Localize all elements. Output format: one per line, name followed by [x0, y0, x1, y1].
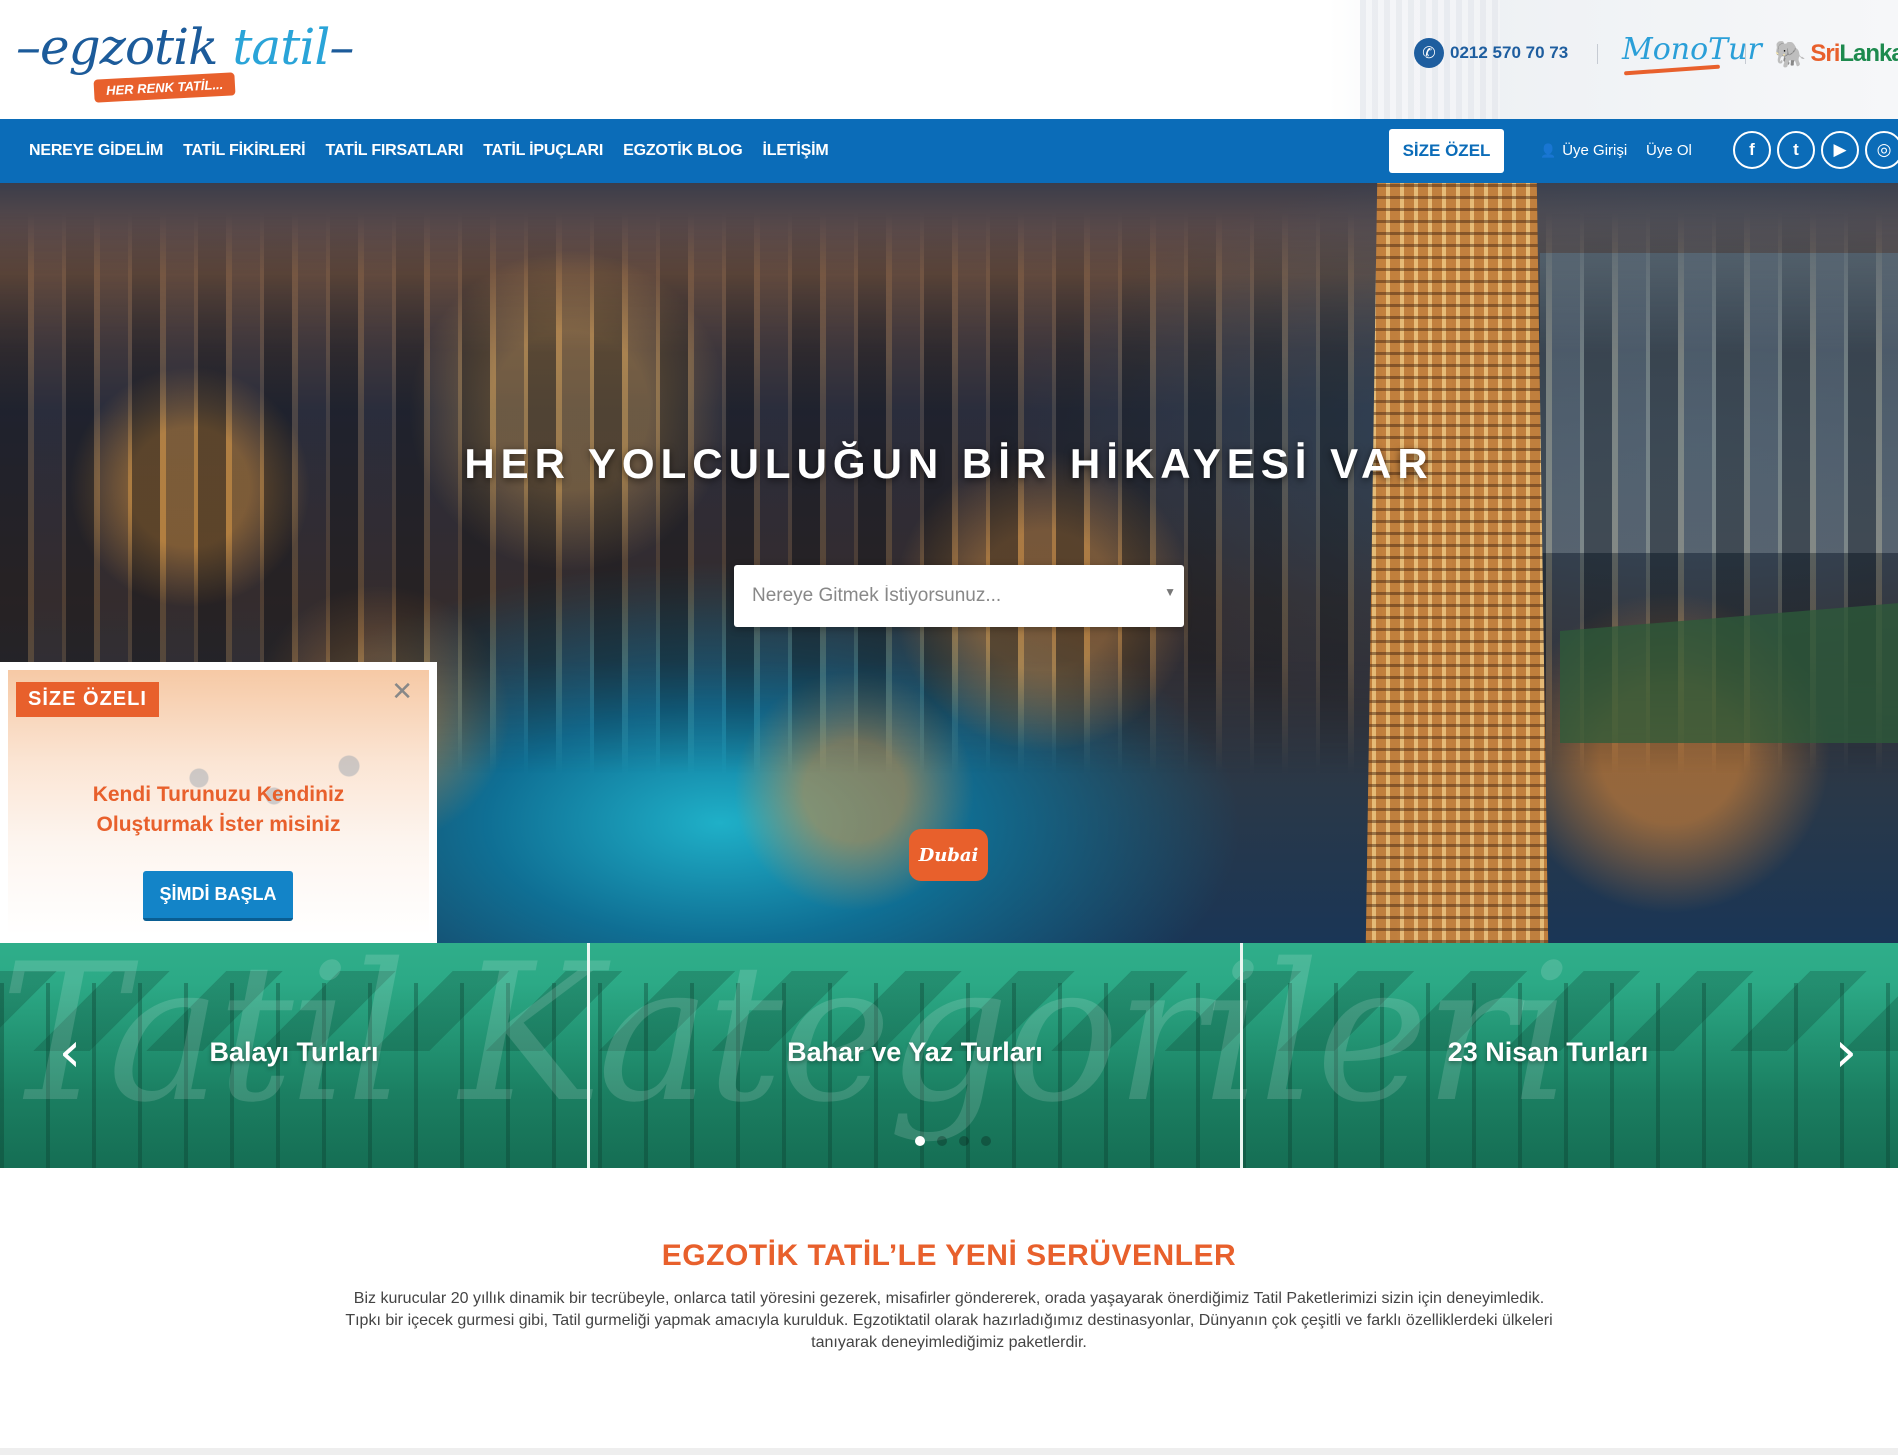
promo-message-line: Kendi Turunuzu Kendiniz [92, 783, 345, 806]
intro-text-line: tanıyarak deneyimlediğimiz paketlerdir. [811, 1334, 1087, 1351]
intro-text-line: Biz kurucular 20 yıllık dinamik bir tecr… [353, 1290, 1545, 1307]
srilanka-logo-text: SriLanka [1810, 40, 1898, 67]
promo-message-line: Oluşturmak İster misiniz [96, 813, 341, 836]
user-icon: 👤 [1540, 142, 1557, 158]
chevron-left-icon[interactable]: ‹ [40, 1025, 100, 1083]
youtube-icon[interactable]: ▶ [1821, 131, 1859, 169]
hero-title: HER YOLCULUĞUN BİR HİKAYESİ VAR [464, 440, 1434, 487]
divider [1745, 44, 1746, 64]
elephant-icon: 🐘 [1774, 39, 1807, 69]
category-carousel: Tatil Kategorileri Balayı Turları Bahar … [0, 943, 1898, 1168]
location-badge[interactable]: Dubai [909, 829, 988, 881]
signup-link[interactable]: Üye Ol [1646, 142, 1692, 159]
nav-menu: NEREYE GİDELİM TATİL FİKİRLERİ TATİL FIR… [29, 119, 829, 183]
category-card[interactable]: 23 Nisan Turları [1243, 1037, 1898, 1068]
promo-popup: SİZE ÖZELI ✕ Kendi Turunuzu Kendiniz Olu… [0, 662, 437, 943]
login-link[interactable]: 👤 Üye Girişi [1540, 142, 1627, 159]
site-logo[interactable]: –egzotik tatil– HER RENK TATİL... [16, 14, 354, 104]
promo-message: Kendi Turunuzu Kendiniz Oluşturmak İster… [0, 780, 437, 840]
srilanka-logo-link[interactable]: 🐘 SriLanka [1774, 40, 1898, 68]
promo-label: SİZE ÖZELI [16, 682, 159, 717]
phone-icon: ✆ [1414, 38, 1444, 68]
facebook-icon[interactable]: f [1733, 131, 1771, 169]
nav-item-tatil-ipuclari[interactable]: TATİL İPUÇLARI [483, 142, 603, 160]
logo-wordmark: –egzotik tatil– [16, 18, 354, 76]
logo-tagline: HER RENK TATİL... [93, 72, 236, 103]
nav-item-nereye-gidelim[interactable]: NEREYE GİDELİM [29, 142, 163, 160]
top-header: –egzotik tatil– HER RENK TATİL... ✆ 0212… [0, 0, 1898, 119]
phone-number: 0212 570 70 73 [1450, 43, 1569, 62]
size-ozel-button[interactable]: SİZE ÖZEL [1389, 129, 1504, 173]
carousel-dot[interactable] [959, 1136, 969, 1146]
intro-title: EGZOTİK TATİL’LE YENİ SERÜVENLER [661, 1239, 1237, 1272]
monotur-logo-text: MonoTur [1622, 32, 1762, 67]
social-links: f t ▶ ◎ [1733, 131, 1898, 169]
category-card[interactable]: Bahar ve Yaz Turları [590, 1037, 1240, 1068]
chevron-right-icon[interactable]: › [1816, 1025, 1876, 1083]
nav-item-tatil-firsatlari[interactable]: TATİL FIRSATLARI [325, 142, 463, 160]
login-label: Üye Girişi [1562, 142, 1628, 159]
close-icon[interactable]: ✕ [391, 678, 413, 704]
start-now-button[interactable]: ŞİMDİ BAŞLA [143, 871, 293, 921]
twitter-icon[interactable]: t [1777, 131, 1815, 169]
nav-item-iletisim[interactable]: İLETİŞİM [763, 142, 829, 160]
carousel-dot[interactable] [915, 1136, 925, 1146]
divider [1597, 44, 1598, 64]
intro-text: Biz kurucular 20 yıllık dinamik bir tecr… [250, 1288, 1648, 1354]
phone-contact[interactable]: ✆ 0212 570 70 73 [1414, 38, 1568, 68]
hero-twisted-tower [1365, 183, 1549, 943]
chevron-down-icon[interactable]: ▼ [1164, 585, 1176, 599]
carousel-dots [915, 1136, 991, 1146]
intro-text-line: Tıpkı bir içecek gurmesi gibi, Tatil gur… [345, 1312, 1553, 1329]
destination-search[interactable]: ▼ [734, 565, 1184, 627]
instagram-icon[interactable]: ◎ [1865, 131, 1898, 169]
carousel-dot[interactable] [981, 1136, 991, 1146]
nav-item-tatil-fikirleri[interactable]: TATİL FİKİRLERİ [183, 142, 306, 160]
footer-edge [0, 1448, 1898, 1455]
destination-search-input[interactable] [734, 565, 1154, 627]
nav-item-egzotik-blog[interactable]: EGZOTİK BLOG [623, 142, 743, 160]
monotur-logo-link[interactable]: MonoTur [1622, 32, 1762, 76]
carousel-dot[interactable] [937, 1136, 947, 1146]
